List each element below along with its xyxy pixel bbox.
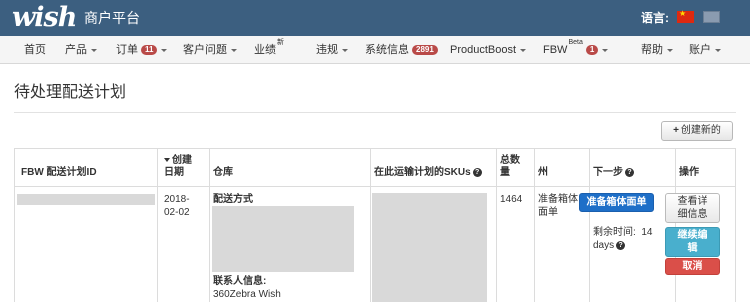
state-line2: 面单 xyxy=(538,207,558,218)
platform-name: 商户平台 xyxy=(84,10,140,26)
beta-tag: Beta xyxy=(568,39,583,46)
wish-logo[interactable]: wish xyxy=(12,4,77,32)
col-header-actions: 操作 xyxy=(679,167,699,178)
nav-products[interactable]: 产品 xyxy=(65,36,97,64)
nav-fbw-label: FBW xyxy=(543,44,568,56)
col-header-state: 州 xyxy=(538,167,548,178)
col-header-skus: 在此运输计划的SKUs? xyxy=(374,167,482,179)
main-nav: 首页 产品 订单 11 客户问题 业绩新 违规 系统信息 2891 ProductB… xyxy=(0,36,750,64)
create-new-label: 创建新的 xyxy=(680,125,721,136)
contact-label: 联系人信息: xyxy=(213,276,267,287)
nav-account-label: 账户 xyxy=(689,44,711,56)
nav-home-label: 首页 xyxy=(24,44,46,56)
sort-desc-icon xyxy=(164,158,170,163)
view-details-line1: 查看详 xyxy=(677,196,708,207)
state-cell: 准备箱体 面单 xyxy=(538,193,578,219)
nav-system-info[interactable]: 系统信息 2891 xyxy=(365,36,438,64)
us-flag-icon[interactable] xyxy=(703,11,720,23)
redacted-plan-id xyxy=(17,194,155,205)
orders-count-badge: 11 xyxy=(141,45,158,56)
help-icon[interactable]: ? xyxy=(625,167,634,177)
nav-help[interactable]: 帮助 xyxy=(641,36,673,64)
total-header-line2: 量 xyxy=(500,167,510,178)
view-details-line2: 细信息 xyxy=(677,209,708,220)
help-icon[interactable]: ? xyxy=(616,240,626,250)
continue-edit-line2: 辑 xyxy=(687,243,698,254)
col-header-next-step: 下一步? xyxy=(593,167,634,179)
redacted-skus xyxy=(372,193,487,302)
chevron-down-icon xyxy=(161,48,168,52)
nav-help-label: 帮助 xyxy=(641,44,663,56)
top-header: wish 商户平台 语言: ★ xyxy=(0,0,750,36)
nav-violations-label: 违规 xyxy=(316,44,338,56)
remaining-time-value: 14 xyxy=(641,227,653,238)
chevron-down-icon xyxy=(342,48,348,52)
nav-account[interactable]: 账户 xyxy=(689,36,721,64)
chevron-down-icon xyxy=(91,48,97,52)
nav-orders[interactable]: 订单 11 xyxy=(116,36,168,64)
nav-performance[interactable]: 业绩新 xyxy=(254,36,284,64)
nav-productboost[interactable]: ProductBoost xyxy=(450,36,527,64)
fbw-count-badge: 1 xyxy=(585,45,599,56)
title-divider xyxy=(14,112,736,113)
col-header-created-date[interactable]: 创建 日期 xyxy=(164,155,192,179)
continue-edit-button[interactable]: 继续编辑 xyxy=(665,227,720,257)
col-header-warehouse: 仓库 xyxy=(213,167,233,178)
prepare-box-label-button[interactable]: 准备箱体面单 xyxy=(579,193,654,212)
nav-customer-issues-label: 客户问题 xyxy=(183,44,227,56)
language-label: 语言: xyxy=(641,11,669,25)
created-date-header-line2: 日期 xyxy=(164,167,184,178)
state-line1: 准备箱体 xyxy=(538,194,578,205)
cancel-button[interactable]: 取消 xyxy=(665,258,720,275)
view-details-button[interactable]: 查看详 细信息 xyxy=(665,193,720,223)
new-tag: 新 xyxy=(277,39,284,46)
chinese-flag-icon[interactable]: ★ xyxy=(677,9,694,23)
shipping-method-label: 配送方式 xyxy=(213,194,253,205)
created-date-line1: 2018- xyxy=(164,194,190,205)
system-info-count-badge: 2891 xyxy=(412,45,438,56)
nav-orders-label: 订单 xyxy=(116,44,138,56)
chevron-down-icon xyxy=(667,48,673,52)
col-header-plan-id[interactable]: FBW 配送计划ID xyxy=(21,167,97,179)
nav-products-label: 产品 xyxy=(65,44,87,56)
skus-header-label: 在此运输计划的SKUs xyxy=(374,167,471,178)
nav-performance-label: 业绩 xyxy=(254,44,276,56)
continue-edit-line1: 继续编 xyxy=(677,230,708,241)
nav-system-info-label: 系统信息 xyxy=(365,44,409,56)
total-cell: 1464 xyxy=(500,194,523,205)
remaining-time-label: 剩余时间: xyxy=(593,227,636,238)
total-header-line1: 总数 xyxy=(500,155,520,166)
chevron-down-icon xyxy=(715,48,721,52)
nav-productboost-label: ProductBoost xyxy=(450,44,517,56)
create-new-button[interactable]: + 创建新的 xyxy=(661,121,733,141)
contact-value: 360Zebra Wish xyxy=(213,289,281,300)
chevron-down-icon xyxy=(231,48,237,52)
redacted-shipping-method xyxy=(212,206,354,272)
remaining-time: 剩余时间: 14 days? xyxy=(593,226,665,252)
chevron-down-icon xyxy=(602,48,609,52)
created-date-header-line1: 创建 xyxy=(172,155,192,166)
plus-icon: + xyxy=(673,125,679,136)
chevron-down-icon xyxy=(520,48,527,52)
nav-violations[interactable]: 违规 xyxy=(316,36,348,64)
next-step-header-label: 下一步 xyxy=(593,167,623,178)
col-header-total: 总数量 xyxy=(500,155,520,179)
nav-fbw[interactable]: FBWBeta1 xyxy=(543,36,609,64)
nav-home[interactable]: 首页 xyxy=(24,36,46,64)
nav-customer-issues[interactable]: 客户问题 xyxy=(183,36,237,64)
remaining-time-unit: days xyxy=(593,240,615,251)
help-icon[interactable]: ? xyxy=(472,167,482,177)
page-title: 待处理配送计划 xyxy=(14,84,127,101)
created-date-line2: 02-02 xyxy=(164,207,190,218)
created-date-cell: 2018- 02-02 xyxy=(164,193,190,219)
